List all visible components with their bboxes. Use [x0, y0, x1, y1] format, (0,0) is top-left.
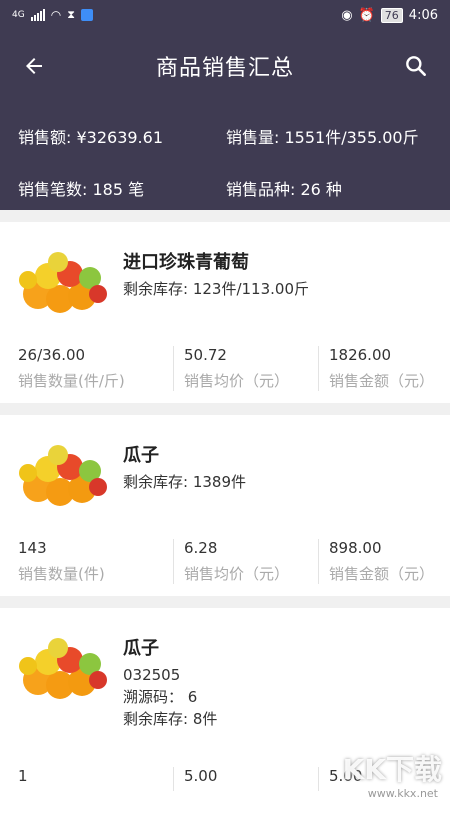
- fruit-image: [19, 252, 107, 313]
- stat-label: 销售数量(件): [18, 564, 105, 583]
- wifi-icon: ◠: [50, 8, 62, 22]
- eye-icon: ◉: [341, 7, 353, 23]
- stat-avg-price: 50.72 销售均价（元）: [173, 345, 318, 391]
- product-info: 进口珍珠青葡萄 剩余库存: 123件/113.00斤: [123, 240, 309, 319]
- fruit-image: [19, 638, 107, 699]
- summary-orders: 销售笔数: 185 笔: [18, 180, 145, 199]
- product-card[interactable]: 瓜子 剩余库存: 1389件 143 销售数量(件) 6.28 销售均价（元） …: [0, 415, 450, 596]
- stat-avg-price: 6.28 销售均价（元）: [173, 538, 318, 584]
- hourglass-icon: ⧗: [67, 8, 75, 21]
- product-stats: 143 销售数量(件) 6.28 销售均价（元） 898.00 销售金额（元）: [0, 526, 450, 596]
- stat-value: 898.00: [329, 538, 382, 557]
- product-header: 进口珍珠青葡萄 剩余库存: 123件/113.00斤: [0, 222, 450, 333]
- status-bar: 4G ◠ ⧗ ◉ ⏰ 76 4:06: [0, 0, 450, 30]
- stat-value: 1: [18, 767, 28, 785]
- summary-amount: 销售额: ¥32639.61: [18, 128, 164, 147]
- fruit-image: [19, 445, 107, 506]
- status-right: ◉ ⏰ 76 4:06: [341, 7, 438, 23]
- stat-value: 50.72: [184, 345, 227, 364]
- back-arrow-icon[interactable]: [20, 52, 48, 80]
- watermark-url: www.kkx.net: [367, 787, 438, 800]
- stat-quantity: 26/36.00 销售数量(件/斤): [18, 346, 173, 391]
- stat-label: 销售数量(件/斤): [18, 371, 125, 390]
- product-header: 瓜子 032505 溯源码： 6 剩余库存: 8件: [0, 608, 450, 744]
- network-type: 4G: [12, 10, 25, 20]
- alarm-icon: ⏰: [358, 7, 375, 23]
- product-card[interactable]: 进口珍珠青葡萄 剩余库存: 123件/113.00斤 26/36.00 销售数量…: [0, 222, 450, 403]
- product-stats: 26/36.00 销售数量(件/斤) 50.72 销售均价（元） 1826.00…: [0, 333, 450, 403]
- battery-indicator: 76: [380, 7, 403, 23]
- product-name: 进口珍珠青葡萄: [123, 252, 249, 273]
- stat-quantity: 143 销售数量(件): [18, 539, 173, 584]
- summary-varieties: 销售品种: 26 种: [226, 180, 342, 199]
- product-info: 瓜子 剩余库存: 1389件: [123, 433, 246, 512]
- product-stock: 剩余库存: 123件/113.00斤: [123, 280, 309, 298]
- signal-icon: [30, 9, 45, 21]
- product-header: 瓜子 剩余库存: 1389件: [0, 415, 450, 526]
- product-name: 瓜子: [123, 445, 159, 466]
- stat-quantity: 1: [18, 767, 173, 791]
- summary-quantity: 销售量: 1551件/355.00斤: [226, 128, 419, 147]
- shield-icon: [80, 9, 93, 21]
- stat-value: 5.00: [184, 767, 218, 785]
- page-title: 商品销售汇总: [155, 56, 294, 81]
- stat-value: 26/36.00: [18, 345, 86, 364]
- product-name: 瓜子: [123, 638, 159, 659]
- stat-value: 143: [18, 538, 47, 557]
- product-trace-code: 溯源码： 6: [123, 688, 198, 706]
- stat-label: 销售金额（元）: [329, 371, 435, 390]
- stat-label: 销售均价（元）: [184, 564, 290, 583]
- stat-amount: 1826.00 销售金额（元）: [318, 345, 450, 391]
- clock: 4:06: [408, 7, 438, 23]
- product-info: 瓜子 032505 溯源码： 6 剩余库存: 8件: [123, 626, 217, 730]
- stat-value: 6.28: [184, 538, 218, 557]
- stat-amount: 898.00 销售金额（元）: [318, 538, 450, 584]
- stat-label: 销售金额（元）: [329, 564, 435, 583]
- status-left: 4G ◠ ⧗: [12, 8, 93, 22]
- watermark-logo: KK下载: [342, 753, 442, 786]
- product-stock: 剩余库存: 8件: [123, 710, 218, 728]
- product-list: 进口珍珠青葡萄 剩余库存: 123件/113.00斤 26/36.00 销售数量…: [0, 210, 450, 814]
- search-icon[interactable]: [402, 52, 430, 80]
- app-bar: 商品销售汇总: [0, 30, 450, 102]
- stat-avg-price: 5.00: [173, 767, 318, 791]
- stat-value: 1826.00: [329, 345, 392, 364]
- product-stock: 剩余库存: 1389件: [123, 473, 246, 491]
- sales-summary: 销售额: ¥32639.61 销售量: 1551件/355.00斤 销售笔数: …: [0, 102, 450, 210]
- stat-label: 销售均价（元）: [184, 371, 290, 390]
- product-code: 032505: [123, 666, 181, 684]
